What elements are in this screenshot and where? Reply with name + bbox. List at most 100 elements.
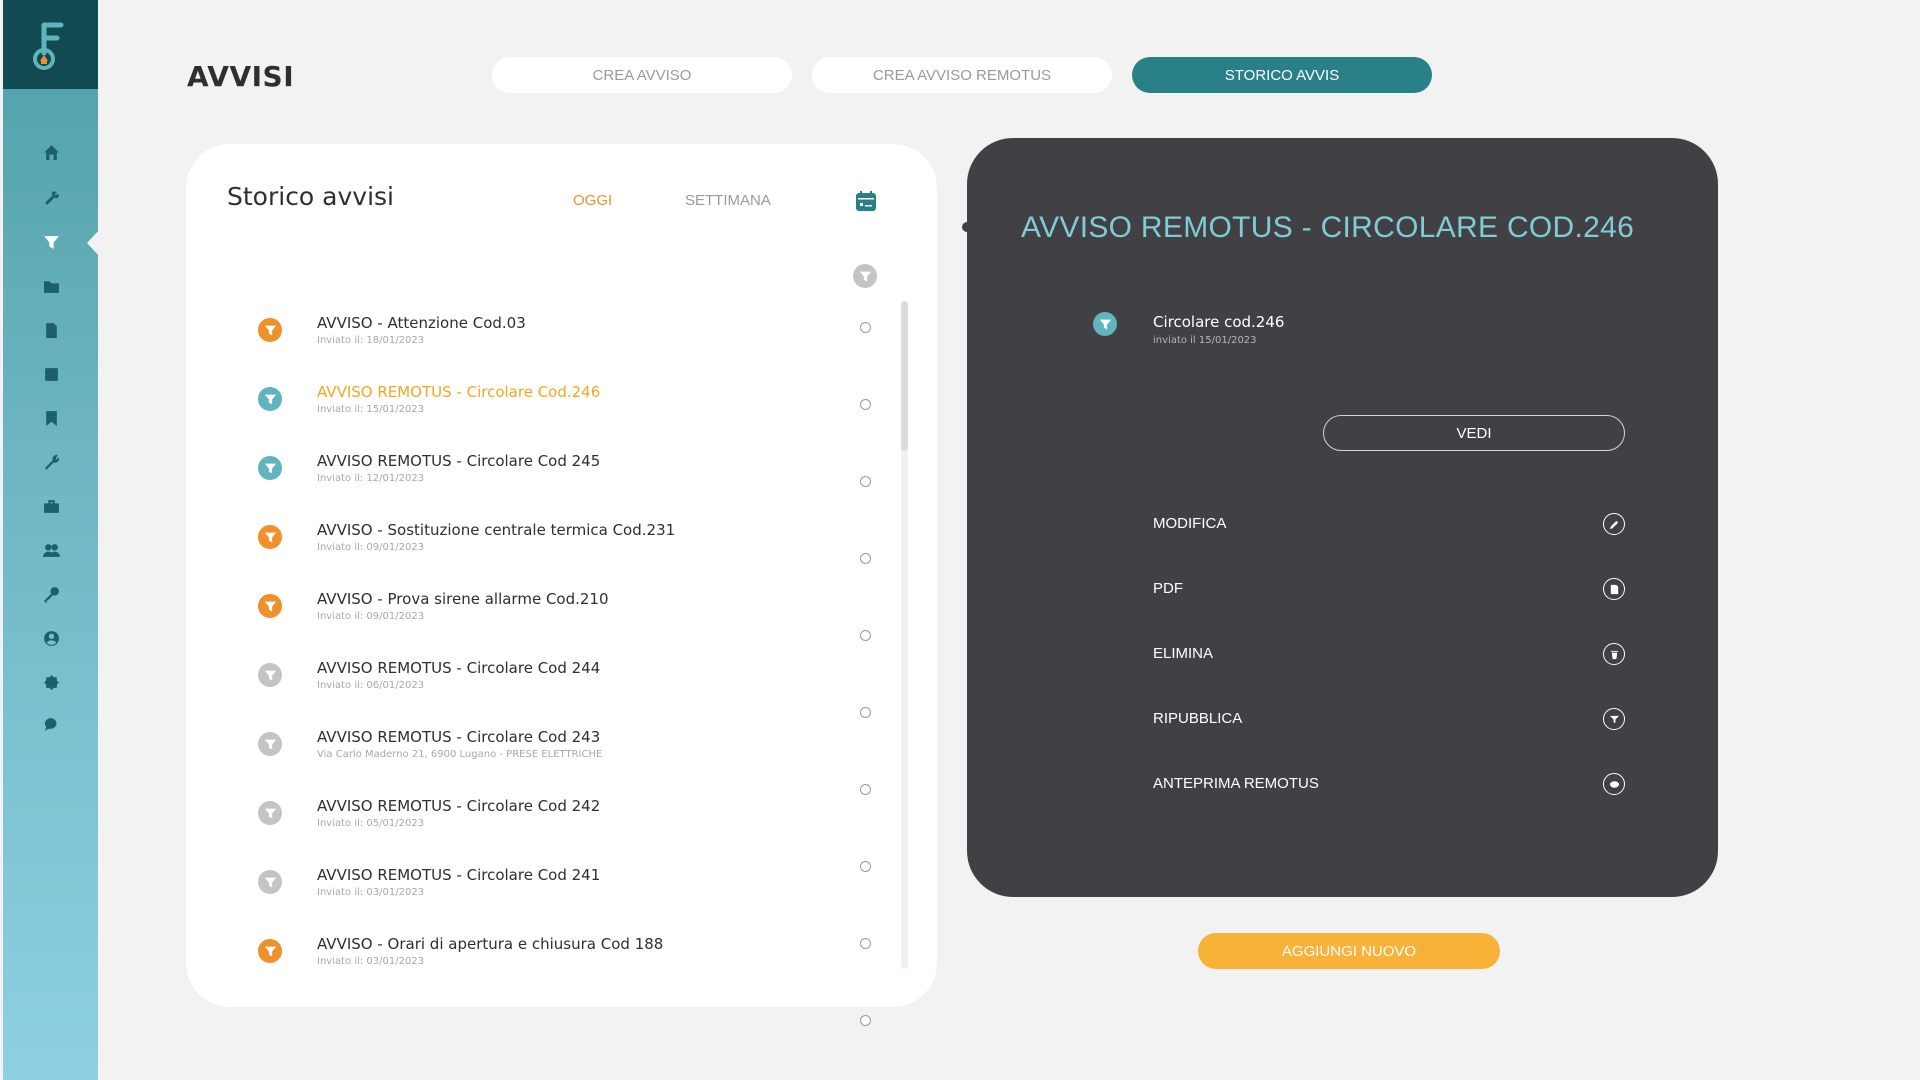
funnel-icon[interactable] — [41, 232, 61, 252]
item-subtitle: Inviato il: 12/01/2023 — [317, 473, 425, 484]
list-item[interactable]: AVVISO REMOTUS - Circolare Cod 244 Inviat… — [258, 659, 873, 718]
list-scrollbar[interactable] — [901, 301, 908, 969]
select-radio[interactable] — [860, 784, 871, 795]
list-item[interactable]: AVVISO REMOTUS - Circolare Cod 242 Inviat… — [258, 797, 873, 872]
funnel-icon — [258, 456, 282, 480]
select-radio[interactable] — [860, 399, 871, 410]
item-title: AVVISO REMOTUS - Circolare Cod 243 — [317, 728, 601, 746]
action-label: MODIFICA — [1153, 515, 1227, 532]
trash-icon[interactable] — [1603, 643, 1625, 665]
action-modifica[interactable]: MODIFICA — [1153, 509, 1625, 539]
settings-icon[interactable] — [41, 672, 61, 692]
tab-crea-avviso-remotus[interactable]: CREA AVVISO REMOTUS — [812, 57, 1112, 93]
tools-icon[interactable] — [41, 188, 61, 208]
document-icon[interactable] — [41, 320, 61, 340]
detail-name: Circolare cod.246 — [1153, 313, 1285, 331]
funnel-icon — [258, 870, 282, 894]
item-subtitle: Inviato il: 05/01/2023 — [317, 818, 425, 829]
history-title: Storico avvisi — [227, 182, 395, 211]
item-title: AVVISO REMOTUS - Circolare Cod.246 — [317, 383, 601, 401]
funnel-icon — [258, 318, 282, 342]
tab-crea-avviso[interactable]: CREA AVVISO — [492, 57, 792, 93]
item-subtitle: Via Carlo Maderno 21, 6900 Lugano - PRES… — [317, 749, 603, 760]
app-logo[interactable] — [3, 0, 98, 89]
action-label: RIPUBBLICA — [1153, 710, 1243, 727]
home-icon[interactable] — [41, 142, 61, 162]
filter-funnel-icon[interactable] — [853, 264, 877, 288]
detail-title: AVVISO REMOTUS - CIRCOLARE COD.246 — [1021, 211, 1635, 244]
item-subtitle: Inviato il: 18/01/2023 — [317, 335, 425, 346]
select-radio[interactable] — [860, 322, 871, 333]
folder-icon[interactable] — [41, 276, 61, 296]
list-item[interactable]: AVVISO REMOTUS - Circolare Cod 243 Via Ca… — [258, 728, 873, 795]
bookmark-icon[interactable] — [41, 408, 61, 428]
list-item[interactable]: AVVISO - Sostituzione centrale termica C… — [258, 521, 873, 569]
item-subtitle: Inviato il: 09/01/2023 — [317, 611, 425, 622]
list-item[interactable]: AVVISO REMOTUS - Circolare Cod.246 Inviat… — [258, 383, 873, 431]
square-icon[interactable] — [41, 364, 61, 384]
wrench-icon[interactable] — [41, 452, 61, 472]
select-radio[interactable] — [860, 630, 871, 641]
item-title: AVVISO REMOTUS - Circolare Cod 241 — [317, 866, 601, 884]
detail-panel: AVVISO REMOTUS - CIRCOLARE COD.246 Circo… — [967, 138, 1718, 897]
list-item[interactable]: AVVISO - Orari di apertura e chiusura Co… — [258, 935, 873, 1026]
select-radio[interactable] — [860, 476, 871, 487]
select-radio[interactable] — [860, 707, 871, 718]
item-title: AVVISO - Sostituzione centrale termica C… — [317, 521, 676, 539]
item-title: AVVISO - Attenzione Cod.03 — [317, 314, 526, 332]
pencil-icon[interactable] — [1603, 513, 1625, 535]
account-icon[interactable] — [41, 628, 61, 648]
funnel-icon[interactable] — [1603, 708, 1625, 730]
page-title: AVVISI — [187, 60, 295, 93]
item-title: AVVISO - Prova sirene allarme Cod.210 — [317, 590, 609, 608]
history-card: Storico avvisi OGGI SETTIMANA AVVISO - A… — [186, 144, 937, 1026]
add-new-button[interactable]: AGGIUNGI NUOVO — [1198, 933, 1500, 969]
item-title: AVVISO REMOTUS - Circolare Cod 244 — [317, 659, 601, 677]
detail-date: inviato il 15/01/2023 — [1153, 335, 1257, 346]
action-label: ELIMINA — [1153, 645, 1214, 662]
funnel-icon — [258, 801, 282, 825]
item-title: AVVISO REMOTUS - Circolare Cod 245 — [317, 452, 601, 470]
list-item[interactable]: AVVISO REMOTUS - Circolare Cod 245 Inviat… — [258, 452, 873, 500]
item-subtitle: Inviato il: 06/01/2023 — [317, 680, 425, 691]
funnel-icon — [258, 387, 282, 411]
pdf-icon[interactable] — [1603, 578, 1625, 600]
list-item[interactable]: AVVISO REMOTUS - Circolare Cod 241 Inviat… — [258, 866, 873, 949]
logo-icon — [32, 22, 63, 70]
active-nav-indicator — [87, 228, 101, 258]
users-icon[interactable] — [41, 540, 61, 560]
funnel-icon — [258, 939, 282, 963]
item-subtitle: Inviato il: 15/01/2023 — [317, 404, 425, 415]
item-title: AVVISO - Orari di apertura e chiusura Co… — [317, 935, 664, 953]
briefcase-icon[interactable] — [41, 496, 61, 516]
scrollbar-thumb[interactable] — [901, 301, 908, 451]
sidebar — [3, 0, 101, 1080]
item-subtitle: Inviato il: 03/01/2023 — [317, 887, 425, 898]
action-ripubblica[interactable]: RIPUBBLICA — [1153, 704, 1625, 734]
funnel-icon — [258, 663, 282, 687]
item-title: AVVISO REMOTUS - Circolare Cod 242 — [317, 797, 601, 815]
funnel-icon — [258, 525, 282, 549]
action-label: ANTEPRIMA REMOTUS — [1153, 775, 1319, 792]
action-elimina[interactable]: ELIMINA — [1153, 639, 1625, 669]
select-radio[interactable] — [860, 553, 871, 564]
eye-icon[interactable] — [1603, 773, 1625, 795]
select-radio[interactable] — [860, 1015, 871, 1026]
remotus-funnel-icon — [1093, 312, 1117, 336]
filter-today[interactable]: OGGI — [573, 192, 612, 209]
tab-storico-avvisi[interactable]: STORICO AVVIS — [1132, 57, 1432, 93]
list-item[interactable]: AVVISO - Attenzione Cod.03 Inviato il: 18… — [258, 314, 873, 362]
action-anteprima-remotus[interactable]: ANTEPRIMA REMOTUS — [1153, 769, 1625, 799]
chat-icon[interactable] — [41, 714, 61, 734]
key-icon[interactable] — [41, 584, 61, 604]
funnel-icon — [258, 594, 282, 618]
funnel-icon — [258, 732, 282, 756]
item-subtitle: Inviato il: 03/01/2023 — [317, 956, 425, 967]
filter-week[interactable]: SETTIMANA — [685, 192, 771, 209]
item-subtitle: Inviato il: 09/01/2023 — [317, 542, 425, 553]
action-pdf[interactable]: PDF — [1153, 574, 1625, 604]
calendar-icon[interactable] — [855, 190, 877, 212]
list-item[interactable]: AVVISO - Prova sirene allarme Cod.210 Inv… — [258, 590, 873, 641]
view-button[interactable]: VEDI — [1323, 415, 1625, 451]
action-label: PDF — [1153, 580, 1183, 597]
